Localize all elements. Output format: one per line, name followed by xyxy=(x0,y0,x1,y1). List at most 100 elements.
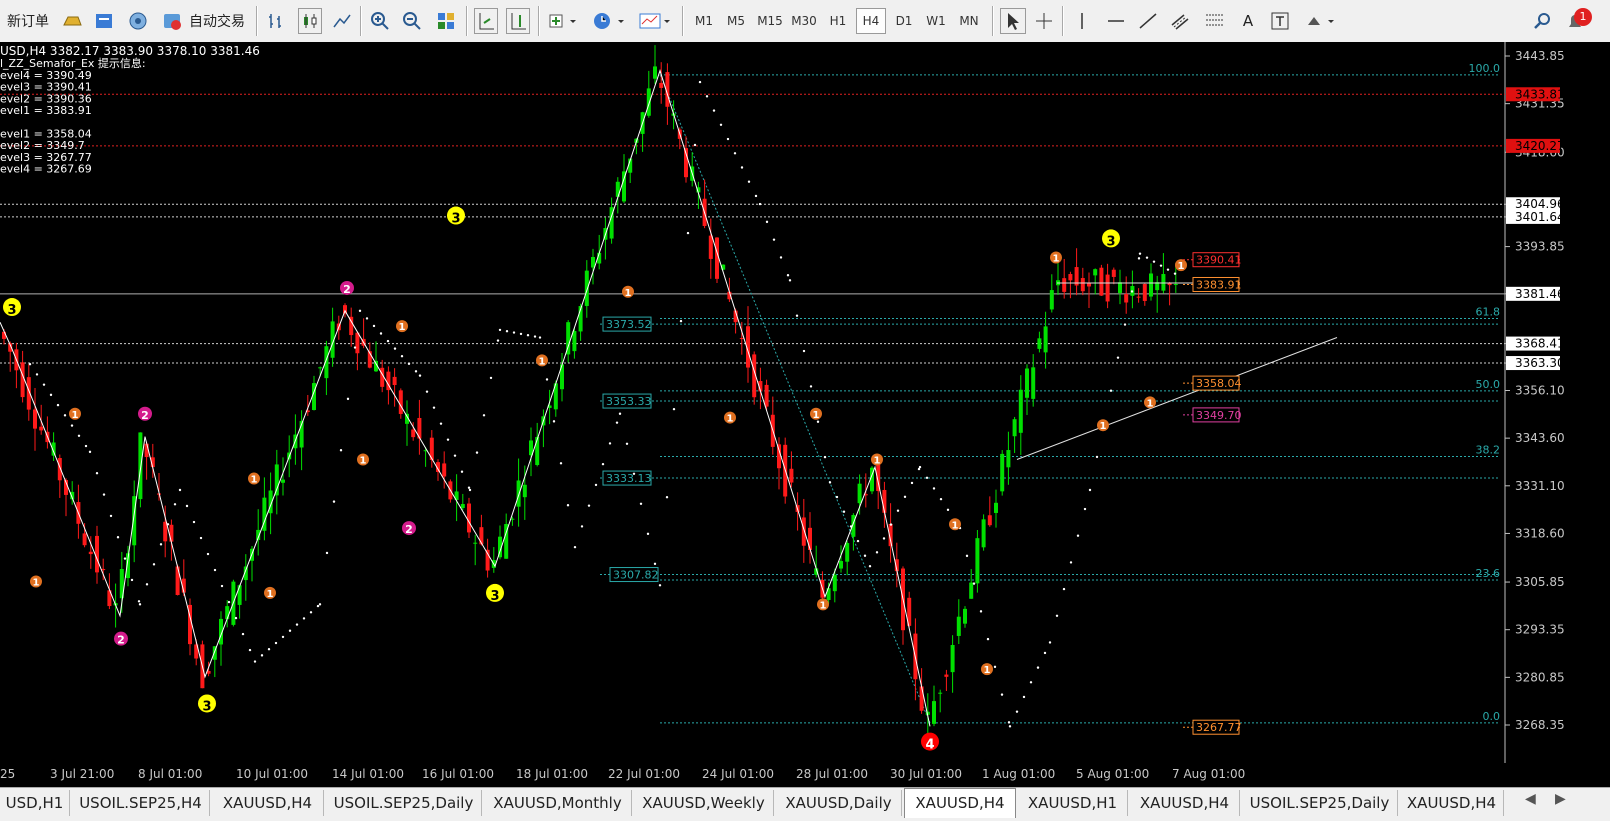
auto-scroll-icon[interactable] xyxy=(474,8,498,34)
candle-body xyxy=(237,585,242,605)
chart-tab[interactable]: XAUUSD,H4 xyxy=(1130,790,1240,816)
indicators-dropdown-icon[interactable] xyxy=(546,8,582,34)
timeframe-m15[interactable]: M15 xyxy=(754,8,786,34)
candle-body xyxy=(1012,419,1017,437)
chart-tab[interactable]: USOIL.SEP25,H4 xyxy=(72,790,210,816)
chart-tab[interactable]: XAUUSD,H4 xyxy=(1400,790,1504,816)
zoom-in-icon[interactable] xyxy=(368,8,392,34)
chart-shift-icon[interactable] xyxy=(506,8,530,34)
sar-dot xyxy=(84,444,88,448)
equidistant-channel-icon[interactable] xyxy=(1168,8,1194,34)
sar-dot xyxy=(1145,256,1149,259)
chart-tab[interactable]: XAUUSD,H4 xyxy=(212,790,324,816)
chart-tab[interactable]: XAUUSD,Monthly xyxy=(484,790,632,816)
globe-icon[interactable] xyxy=(126,8,150,34)
candle-body xyxy=(808,527,812,550)
timeframe-w1[interactable]: W1 xyxy=(922,8,950,34)
timeframe-h4[interactable]: H4 xyxy=(856,8,886,34)
candle-body xyxy=(1149,273,1153,297)
timeframe-m1[interactable]: M1 xyxy=(690,8,718,34)
auto-trading-icon[interactable] xyxy=(160,8,184,34)
chart-tab[interactable]: XAUUSD,Daily xyxy=(776,790,902,816)
chart-header: USD,H4 3382.17 3383.90 3378.10 3381.46 xyxy=(0,44,260,58)
toolbar-separator xyxy=(682,6,684,36)
candle-body xyxy=(88,551,93,555)
cursor-icon[interactable] xyxy=(1000,8,1026,34)
sar-dot xyxy=(802,349,806,353)
fib-level-label: 100.0 xyxy=(1469,62,1501,75)
chart-tab[interactable]: USD,H1 xyxy=(0,790,70,816)
semafor-2-label: 2 xyxy=(117,634,125,647)
tile-windows-icon[interactable] xyxy=(434,8,458,34)
candle-body xyxy=(479,527,484,545)
chart-canvas[interactable]: 3443.853431.353418.603404.963401.643393.… xyxy=(0,42,1610,763)
price-chart[interactable]: 3443.853431.353418.603404.963401.643393.… xyxy=(0,42,1610,763)
sar-dot xyxy=(453,454,457,457)
indicator-info-line: evel4 = 3267.69 xyxy=(0,163,92,176)
sar-dot xyxy=(679,319,683,323)
trendline-icon[interactable] xyxy=(1136,8,1160,34)
candle-body xyxy=(398,390,403,414)
sar-dot xyxy=(467,486,471,489)
indicator-info-line: evel1 = 3383.91 xyxy=(0,104,92,117)
notification-bell-icon[interactable]: 1 xyxy=(1560,8,1592,34)
text-label-icon[interactable] xyxy=(1268,8,1292,34)
zigzag-line xyxy=(11,69,931,727)
sar-dot xyxy=(346,397,350,401)
chart-tab[interactable]: XAUUSD,H4 xyxy=(904,788,1016,818)
line-chart-icon[interactable] xyxy=(330,8,354,34)
sar-dot xyxy=(295,623,299,626)
candle-body xyxy=(1136,296,1141,298)
templates-dropdown-icon[interactable] xyxy=(636,8,676,34)
chart-tab[interactable]: XAUUSD,H1 xyxy=(1018,790,1128,816)
sar-dot xyxy=(253,660,257,663)
candle-body xyxy=(981,519,986,548)
chart-tab[interactable]: USOIL.SEP25,Daily xyxy=(326,790,482,816)
level-marker-label: 3390.41 xyxy=(1196,254,1242,267)
sar-dot xyxy=(519,332,523,336)
search-icon[interactable] xyxy=(1530,8,1554,34)
candlestick-chart-icon[interactable] xyxy=(298,8,322,34)
candle-body xyxy=(33,409,37,429)
semafor-1-label: 1 xyxy=(1053,253,1060,264)
timeframe-m30[interactable]: M30 xyxy=(788,8,820,34)
candle-body xyxy=(659,82,664,88)
semafor-1-label: 1 xyxy=(874,455,881,466)
periods-dropdown-icon[interactable] xyxy=(590,8,630,34)
zoom-out-icon[interactable] xyxy=(400,8,424,34)
sar-dot xyxy=(856,539,860,543)
sar-dot xyxy=(686,231,690,235)
vertical-line-icon[interactable] xyxy=(1070,8,1094,34)
sar-dot xyxy=(698,80,702,84)
semafor-1-label: 1 xyxy=(33,577,40,588)
tab-scroll-left-icon[interactable]: ◀ xyxy=(1525,791,1536,807)
gold-bar-icon[interactable] xyxy=(60,8,84,34)
candle-body xyxy=(919,686,924,711)
auto-trading-button[interactable]: 自动交易 xyxy=(186,8,248,34)
sar-dot xyxy=(393,347,397,350)
tab-scroll-right-icon[interactable]: ▶ xyxy=(1555,791,1566,807)
semafor-3-label: 3 xyxy=(451,212,460,227)
horizontal-line-icon[interactable] xyxy=(1104,8,1128,34)
sar-dot xyxy=(339,449,343,452)
candle-body xyxy=(839,561,843,569)
new-order-button[interactable]: 新订单 xyxy=(2,8,54,34)
crosshair-icon[interactable] xyxy=(1032,8,1056,34)
price-tick-label: 3268.35 xyxy=(1515,718,1565,732)
candle-body xyxy=(392,376,397,386)
price-level-label: 3363.30 xyxy=(1515,356,1565,370)
timeframe-d1[interactable]: D1 xyxy=(890,8,918,34)
market-watch-icon[interactable] xyxy=(92,8,116,34)
timeframe-h1[interactable]: H1 xyxy=(824,8,852,34)
timeframe-m5[interactable]: M5 xyxy=(722,8,750,34)
bar-chart-icon[interactable] xyxy=(264,8,288,34)
text-icon[interactable]: A xyxy=(1236,8,1260,34)
sar-dot xyxy=(601,462,605,466)
chart-tab[interactable]: XAUUSD,Weekly xyxy=(634,790,774,816)
time-tick-label: 8 Jul 01:00 xyxy=(138,767,202,781)
sar-dot xyxy=(145,583,149,586)
timeframe-mn[interactable]: MN xyxy=(954,8,984,34)
fibonacci-icon[interactable] xyxy=(1202,8,1228,34)
arrows-dropdown-icon[interactable] xyxy=(1302,8,1340,34)
chart-tab[interactable]: USOIL.SEP25,Daily xyxy=(1242,790,1398,816)
